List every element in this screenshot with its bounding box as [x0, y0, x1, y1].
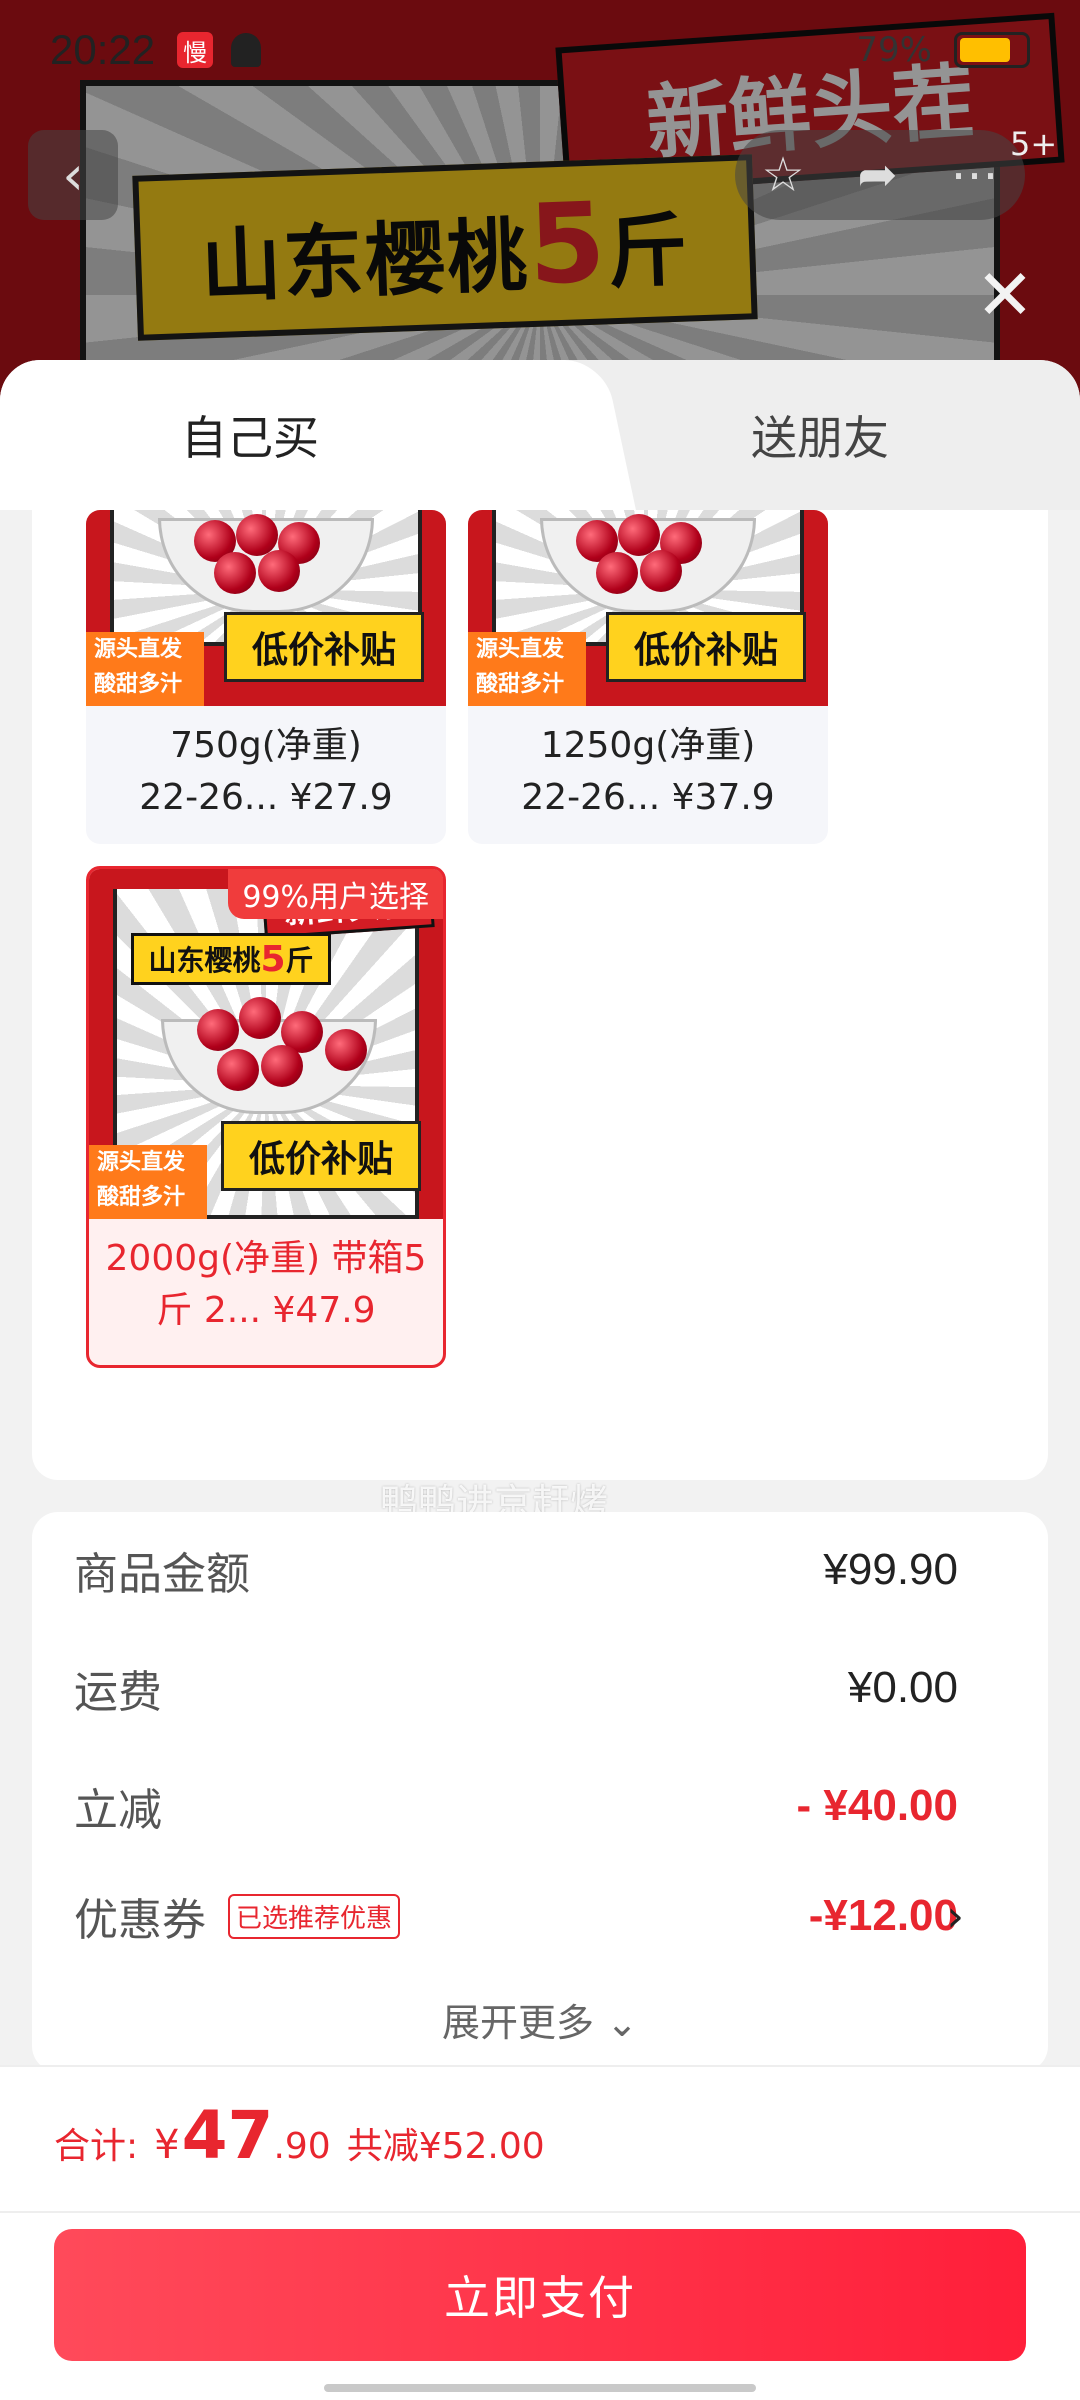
close-sheet-button[interactable]: ✕	[970, 260, 1040, 330]
app-notification-icon: 慢	[177, 32, 214, 68]
sku-tag-origin: 源头直发 酸甜多汁	[86, 632, 204, 706]
goods-amount-value: ¥99.90	[823, 1545, 958, 1594]
share-count-badge: 5+	[1010, 125, 1058, 163]
battery-percent: 79%	[856, 30, 932, 70]
header-actions: ☆ ➦ ⋯	[735, 130, 1025, 220]
purchase-tabs: 自己买 送朋友	[0, 360, 1080, 510]
home-indicator[interactable]	[324, 2384, 756, 2392]
notification-bell-icon	[231, 33, 262, 67]
favorite-star-icon[interactable]: ☆	[761, 147, 804, 203]
coupon-value: -¥12.00	[808, 1891, 958, 1940]
sku-label: 750g(净重) 22-26... ¥27.9	[139, 725, 393, 818]
sku-tag-origin: 源头直发 酸甜多汁	[468, 632, 586, 706]
sku-option-2000g[interactable]: 99%用户选择 新鲜头茬 山东樱桃5斤 源头直发酸甜多汁 低价补贴 2000g(…	[86, 866, 446, 1368]
popular-choice-badge: 99%用户选择	[228, 869, 443, 919]
sku-image: 源头直发 酸甜多汁 低价补贴	[468, 510, 828, 706]
goods-amount-row: 商品金额 ¥99.90	[74, 1530, 1006, 1610]
sku-tag-subsidy: 低价补贴	[224, 612, 424, 682]
sku-tag-subsidy: 低价补贴	[221, 1121, 421, 1191]
tab-buy-for-self[interactable]: 自己买	[0, 360, 560, 510]
instant-discount-row: 立减 - ¥40.00	[74, 1766, 1006, 1846]
battery-icon	[954, 32, 1030, 68]
sku-option-750g[interactable]: 源头直发 酸甜多汁 低价补贴 750g(净重) 22-26... ¥27.9	[86, 510, 446, 844]
tab-send-to-friend[interactable]: 送朋友	[560, 360, 1080, 510]
shipping-value: ¥0.00	[847, 1663, 958, 1712]
sku-selector: 源头直发 酸甜多汁 低价补贴 750g(净重) 22-26... ¥27.9 源头…	[32, 510, 1048, 1480]
sku-option-1250g[interactable]: 源头直发 酸甜多汁 低价补贴 1250g(净重) 22-26... ¥37.9	[468, 510, 828, 844]
shipping-row: 运费 ¥0.00	[74, 1648, 1006, 1728]
sku-mini-title: 山东樱桃 5 斤	[131, 933, 331, 985]
share-icon[interactable]: ➦	[857, 147, 897, 203]
sku-tag-origin: 源头直发 酸甜多汁	[89, 1145, 207, 1219]
close-icon: ✕	[975, 254, 1035, 336]
sku-image: 新鲜头茬 山东樱桃5斤 源头直发酸甜多汁 低价补贴	[89, 869, 443, 1219]
coupon-chip: 已选推荐优惠	[228, 1893, 401, 1939]
sku-label: 1250g(净重) 22-26... ¥37.9	[521, 725, 775, 818]
status-bar: 20:22 慢 79%	[0, 0, 1080, 100]
total-saved: 共减¥52.00	[346, 2126, 545, 2167]
more-icon[interactable]: ⋯	[951, 147, 999, 203]
order-total: 合计: ¥ 47 .90 共减¥52.00	[54, 2097, 545, 2174]
price-details: 商品金额 ¥99.90 运费 ¥0.00 立减 - ¥40.00 优惠券 已选推…	[32, 1512, 1048, 2072]
sku-image: 源头直发 酸甜多汁 低价补贴	[86, 510, 446, 706]
pay-now-button[interactable]: 立即支付	[54, 2229, 1026, 2361]
chevron-right-icon: ›	[946, 1890, 964, 1942]
instant-discount-value: - ¥40.00	[796, 1781, 958, 1830]
checkout-bar: 合计: ¥ 47 .90 共减¥52.00 立即支付	[0, 2065, 1080, 2400]
sku-tag-subsidy: 低价补贴	[606, 612, 806, 682]
status-time: 20:22	[50, 26, 156, 73]
chevron-left-icon: ‹	[62, 143, 84, 207]
back-button[interactable]: ‹	[28, 130, 118, 220]
coupon-row[interactable]: 优惠券 已选推荐优惠 -¥12.00 ›	[74, 1876, 1006, 1956]
expand-more-button[interactable]: 展开更多 ⌄	[32, 1992, 1048, 2047]
sku-label: 2000g(净重) 带箱5 斤 2... ¥47.9	[105, 1238, 427, 1331]
